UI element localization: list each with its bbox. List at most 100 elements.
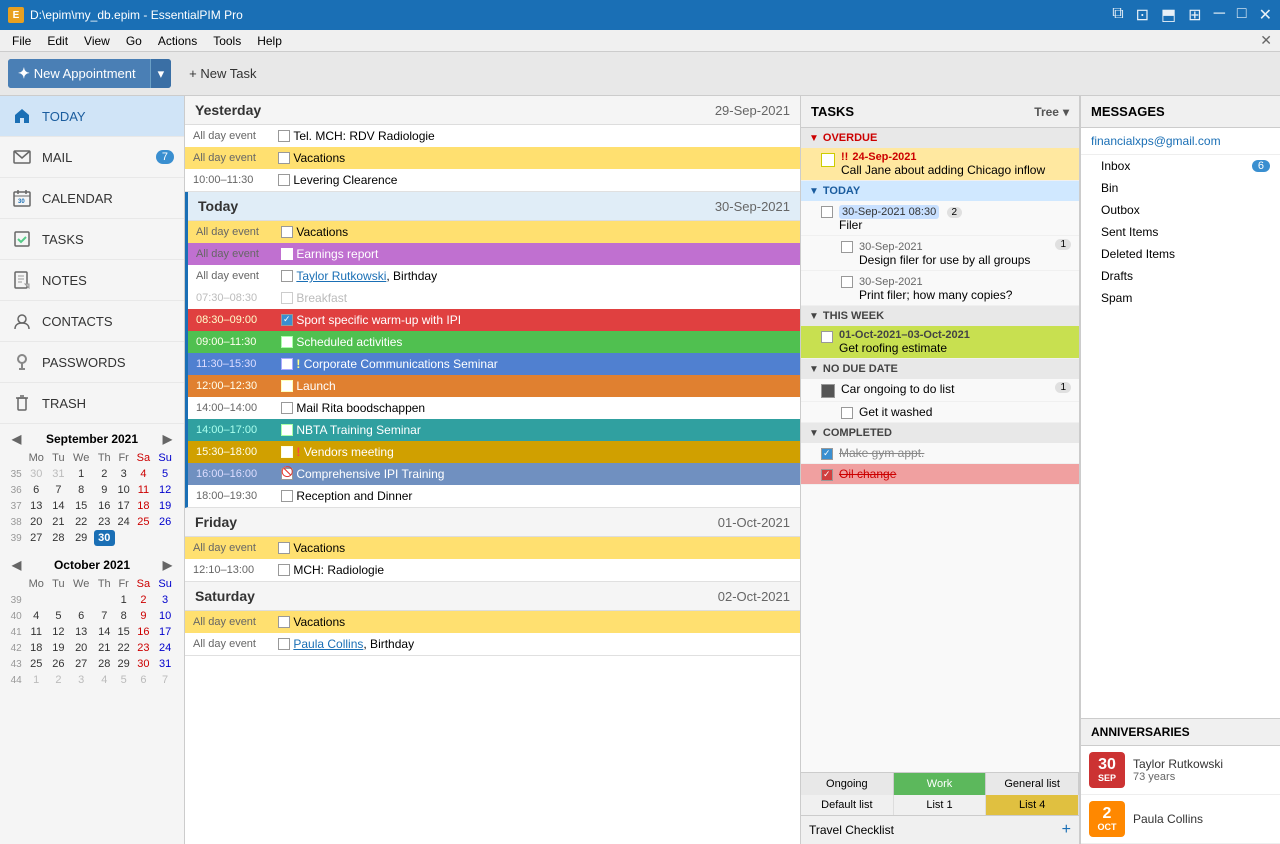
event-checkbox[interactable] (278, 130, 290, 142)
folder-outbox[interactable]: Outbox (1081, 199, 1280, 221)
day-oct3[interactable]: 3 (154, 592, 176, 608)
task-checkbox[interactable] (821, 448, 833, 460)
task-checkbox[interactable] (841, 276, 853, 288)
task-checkbox[interactable] (821, 331, 833, 343)
day-nov3[interactable]: 3 (69, 672, 94, 688)
menu-go[interactable]: Go (118, 32, 150, 50)
mini-cal-oct-next-icon[interactable]: ▶ (159, 558, 176, 572)
dropdown-arrow-icon[interactable]: ▾ (150, 59, 172, 88)
task-row-completed[interactable]: Make gym appt. (801, 443, 1079, 464)
task-checkbox[interactable] (821, 469, 833, 481)
day-aug30[interactable]: 30 (24, 466, 48, 482)
task-checkbox[interactable] (841, 241, 853, 253)
task-row[interactable]: Car ongoing to do list 1 (801, 379, 1079, 402)
menu-view[interactable]: View (76, 32, 118, 50)
event-row[interactable]: All day event Vacations (185, 611, 800, 633)
event-checkbox[interactable] (281, 358, 293, 370)
tab-ongoing[interactable]: Ongoing (801, 773, 894, 795)
event-checkbox[interactable] (281, 292, 293, 304)
sidebar-item-today[interactable]: TODAY (0, 96, 184, 137)
event-checkbox[interactable] (278, 638, 290, 650)
task-row[interactable]: 30-Sep-2021 Print filer; how many copies… (801, 271, 1079, 306)
event-checkbox[interactable] (281, 380, 293, 392)
day-nov2[interactable]: 2 (48, 672, 68, 688)
win-maximize[interactable]: □ (1237, 5, 1247, 25)
task-group-today[interactable]: ▼ TODAY (801, 181, 1079, 201)
mini-cal-prev-icon[interactable]: ◀ (8, 432, 25, 446)
event-checkbox[interactable] (281, 248, 293, 260)
day-sep30[interactable]: 30 (94, 530, 115, 546)
menu-file[interactable]: File (4, 32, 39, 50)
folder-bin[interactable]: Bin (1081, 177, 1280, 199)
day-sep1[interactable]: 1 (69, 466, 94, 482)
event-row[interactable]: 09:00–11:30 Scheduled activities (188, 331, 800, 353)
task-checkbox[interactable] (821, 206, 833, 218)
sidebar-item-tasks[interactable]: TASKS (0, 219, 184, 260)
day-oct28[interactable]: 28 (94, 656, 115, 672)
win-close[interactable]: ✕ (1259, 5, 1272, 25)
day-oct10[interactable]: 10 (154, 608, 176, 624)
tab-general-list[interactable]: General list (986, 773, 1079, 795)
event-checkbox[interactable] (281, 314, 293, 326)
tab-list1[interactable]: List 1 (894, 795, 987, 815)
day-sep22[interactable]: 22 (69, 514, 94, 530)
sidebar-item-trash[interactable]: TRASH (0, 383, 184, 424)
day-nov4[interactable]: 4 (94, 672, 115, 688)
event-checkbox[interactable] (278, 564, 290, 576)
day-oct13[interactable]: 13 (69, 624, 94, 640)
day-sep16[interactable]: 16 (94, 498, 115, 514)
task-row-completed-red[interactable]: Oil change (801, 464, 1079, 485)
sidebar-item-mail[interactable]: MAIL 7 (0, 137, 184, 178)
day-oct14[interactable]: 14 (94, 624, 115, 640)
event-checkbox[interactable] (281, 424, 293, 436)
task-overdue-item[interactable]: !! 24-Sep-2021 Call Jane about adding Ch… (801, 148, 1079, 181)
event-row[interactable]: 15:30–18:00 ! Vendors meeting (188, 441, 800, 463)
day-aug31[interactable]: 31 (48, 466, 68, 482)
day-oct24[interactable]: 24 (154, 640, 176, 656)
task-group-overdue[interactable]: ▼ OVERDUE (801, 128, 1079, 148)
event-row[interactable]: 07:30–08:30 Breakfast (188, 287, 800, 309)
task-group-completed[interactable]: ▼ COMPLETED (801, 423, 1079, 443)
day-oct4[interactable]: 4 (24, 608, 48, 624)
day-sep20[interactable]: 20 (24, 514, 48, 530)
day-sep2[interactable]: 2 (94, 466, 115, 482)
day-sep9[interactable]: 9 (94, 482, 115, 498)
task-row[interactable]: 30-Sep-2021 08:30 2 Filer (801, 201, 1079, 236)
win-split2[interactable]: ⊞ (1188, 5, 1201, 25)
menu-actions[interactable]: Actions (150, 32, 205, 50)
sidebar-item-contacts[interactable]: CONTACTS (0, 301, 184, 342)
task-checkbox[interactable] (821, 153, 835, 167)
day-sep28[interactable]: 28 (48, 530, 68, 546)
sidebar-item-notes[interactable]: NOTES (0, 260, 184, 301)
event-row[interactable]: 14:00–17:00 NBTA Training Seminar (188, 419, 800, 441)
day-sep23[interactable]: 23 (94, 514, 115, 530)
event-row[interactable]: 10:00–11:30 Levering Clearence (185, 169, 800, 191)
event-row[interactable]: All day event Vacations (185, 537, 800, 559)
folder-deleted[interactable]: Deleted Items (1081, 243, 1280, 265)
day-sep6[interactable]: 6 (24, 482, 48, 498)
event-checkbox[interactable] (281, 468, 293, 480)
event-row[interactable]: 16:00–16:00 Comprehensive IPI Training (188, 463, 800, 485)
add-checklist-icon[interactable]: + (1062, 821, 1071, 839)
folder-spam[interactable]: Spam (1081, 287, 1280, 309)
mini-cal-next-icon[interactable]: ▶ (159, 432, 176, 446)
event-row[interactable]: All day event Earnings report (188, 243, 800, 265)
day-oct22[interactable]: 22 (115, 640, 133, 656)
day-oct30[interactable]: 30 (133, 656, 155, 672)
day-oct19[interactable]: 19 (48, 640, 68, 656)
event-checkbox[interactable] (281, 402, 293, 414)
day-sep8[interactable]: 8 (69, 482, 94, 498)
anniversary-taylor[interactable]: 30 SEP Taylor Rutkowski 73 years (1081, 746, 1280, 795)
event-checkbox[interactable] (281, 226, 293, 238)
day-oct21[interactable]: 21 (94, 640, 115, 656)
win-minimize[interactable]: ─ (1214, 5, 1225, 25)
event-checkbox[interactable] (281, 490, 293, 502)
day-oct29[interactable]: 29 (115, 656, 133, 672)
day-sep11[interactable]: 11 (133, 482, 155, 498)
day-oct11[interactable]: 11 (24, 624, 48, 640)
folder-drafts[interactable]: Drafts (1081, 265, 1280, 287)
menu-help[interactable]: Help (249, 32, 290, 50)
event-row[interactable]: All day event Vacations (185, 147, 800, 169)
sidebar-item-calendar[interactable]: 30 CALENDAR (0, 178, 184, 219)
day-sep4[interactable]: 4 (133, 466, 155, 482)
